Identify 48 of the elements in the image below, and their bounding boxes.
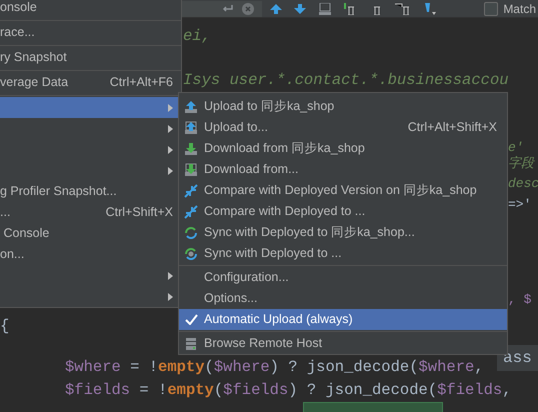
search-field[interactable]	[182, 0, 262, 16]
menu-item[interactable]: Configuration...	[179, 267, 507, 288]
code-line: {	[0, 316, 10, 336]
enter-icon[interactable]	[222, 4, 234, 14]
menu-item[interactable]: ry Snapshot	[0, 47, 181, 68]
menu-item[interactable]: g Profiler Snapshot...	[0, 181, 181, 202]
code-fragment: , $	[508, 291, 532, 309]
code-line: $fields = !empty($fields) ? json_decode($fields,	[65, 380, 512, 400]
menu-item[interactable]: Sync with Deployed to ...	[179, 243, 507, 264]
download-icon	[184, 162, 198, 176]
menu-item[interactable]: Compare with Deployed Version on 同步ka_shop	[179, 180, 507, 201]
menu-item[interactable]: Download from...	[179, 159, 507, 180]
code-fragment: =>'	[508, 196, 532, 214]
menu-item[interactable]: verage Data Ctrl+Alt+F6	[0, 72, 181, 93]
download-icon	[184, 142, 198, 156]
checkmark-icon	[184, 314, 198, 325]
menu-item[interactable]: Download from 同步ka_shop	[179, 138, 507, 159]
match-checkbox[interactable]	[484, 2, 498, 16]
arrows-icon	[184, 204, 198, 218]
menu-item[interactable]: Sync with Deployed to 同步ka_shop...	[179, 222, 507, 243]
menu-item[interactable]: Upload to 同步ka_shop	[179, 96, 507, 117]
menu-item[interactable]: Upload to... Ctrl+Alt+Shift+X	[179, 117, 507, 138]
code-fragment: 字段	[508, 155, 534, 173]
menu-item[interactable]: race...	[0, 22, 181, 43]
arrows-icon	[184, 184, 198, 198]
arrow-up-icon[interactable]	[270, 4, 282, 14]
menu-item[interactable]: Options...	[179, 288, 507, 309]
menu-item[interactable]: onsole	[0, 0, 181, 18]
occurrence-icon[interactable]	[394, 2, 412, 14]
sync-icon	[184, 226, 198, 240]
code-line: ei,	[183, 26, 211, 46]
upload-icon	[184, 120, 198, 134]
menu-item[interactable]: Compare with Deployed to ...	[179, 201, 507, 222]
menu-item[interactable]: Console	[0, 223, 181, 244]
code-line: $where = !empty($where) ? json_decode($where,	[65, 357, 484, 377]
select-all-icon[interactable]	[318, 2, 332, 14]
clear-icon[interactable]	[242, 2, 254, 14]
arrow-down-icon[interactable]	[294, 4, 306, 14]
upload-icon	[184, 100, 198, 114]
match-label: Match	[503, 0, 536, 18]
code-line: Isys user.*.contact.*.businessaccou	[183, 70, 509, 90]
server-icon	[185, 336, 197, 350]
menu-item[interactable]: ... Ctrl+Shift+X	[0, 202, 181, 223]
menu-item[interactable]: Automatic Upload (always)	[179, 309, 507, 330]
filter-icon[interactable]	[424, 2, 436, 14]
menu-item[interactable]: on...	[0, 244, 181, 265]
sync-icon	[184, 246, 198, 260]
code-fragment: e'	[508, 139, 524, 156]
